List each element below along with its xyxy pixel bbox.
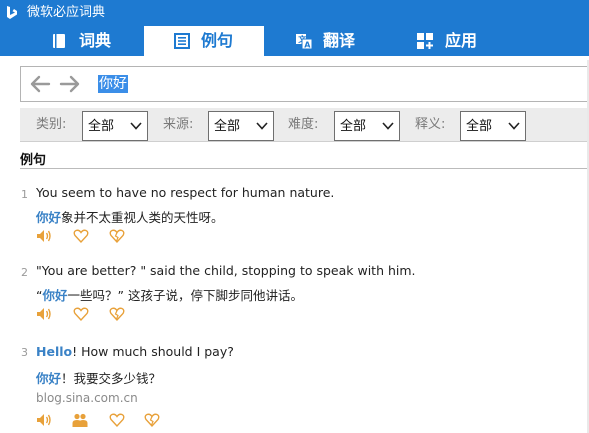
forward-arrow-icon[interactable] xyxy=(59,75,81,93)
broken-heart-icon[interactable] xyxy=(109,306,125,322)
chinese-highlight[interactable]: 你好 xyxy=(36,371,61,386)
select-value: 全部 xyxy=(88,119,115,134)
heart-icon[interactable] xyxy=(109,412,125,428)
select-value: 全部 xyxy=(214,119,241,134)
filter-label-source: 来源: xyxy=(163,117,194,132)
example-actions xyxy=(36,412,196,430)
tab-label: 应用 xyxy=(445,31,478,50)
chevron-down-icon xyxy=(508,122,520,130)
chevron-down-icon xyxy=(130,122,142,130)
tab-apps[interactable]: 应用 xyxy=(390,26,510,56)
search-bar: 你好 xyxy=(20,66,589,102)
svg-text:A: A xyxy=(304,41,311,50)
speaker-icon[interactable] xyxy=(36,228,52,244)
broken-heart-icon[interactable] xyxy=(144,412,160,428)
window-title: 微软必应词典 xyxy=(27,5,106,20)
category-select[interactable]: 全部 xyxy=(82,111,148,141)
tab-label: 翻译 xyxy=(323,31,356,50)
title-bar: 微软必应词典 xyxy=(0,0,589,26)
speaker-icon[interactable] xyxy=(36,306,52,322)
filter-label-difficulty: 难度: xyxy=(288,117,319,132)
example-number: 3 xyxy=(21,346,28,359)
example-number: 2 xyxy=(21,266,28,279)
chinese-highlight[interactable]: 你好 xyxy=(42,288,67,303)
filter-label-category: 类别: xyxy=(36,117,67,132)
example-source[interactable]: blog.sina.com.cn xyxy=(36,391,138,405)
meaning-select[interactable]: 全部 xyxy=(460,111,526,141)
example-english: Hello! How much should I pay? xyxy=(36,344,234,359)
broken-heart-icon[interactable] xyxy=(109,228,125,244)
english-text: "You are better? " said the child, stopp… xyxy=(36,263,416,278)
example-chinese: “你好一些吗？” 这孩子说，停下脚步同他讲话。 xyxy=(36,285,303,304)
chinese-text: 象并不太重视人类的天性呀。 xyxy=(61,210,224,225)
difficulty-select[interactable]: 全部 xyxy=(334,111,400,141)
example-actions xyxy=(36,306,196,324)
list-icon xyxy=(174,33,190,49)
example-english: You seem to have no respect for human na… xyxy=(36,185,334,200)
chinese-text: 一些吗？” 这孩子说，停下脚步同他讲话。 xyxy=(67,288,303,303)
heart-icon[interactable] xyxy=(73,228,89,244)
back-arrow-icon[interactable] xyxy=(29,75,51,93)
app-logo-icon xyxy=(7,6,17,19)
select-value: 全部 xyxy=(466,119,493,134)
chinese-highlight[interactable]: 你好 xyxy=(36,210,61,225)
example-actions xyxy=(36,228,196,246)
section-title: 例句 xyxy=(20,153,47,168)
chevron-down-icon xyxy=(256,122,268,130)
english-highlight[interactable]: Hello xyxy=(36,344,72,359)
filter-label-meaning: 释义: xyxy=(415,117,446,132)
apps-icon xyxy=(417,33,433,49)
book-icon xyxy=(53,34,65,48)
example-chinese: 你好象并不太重视人类的天性呀。 xyxy=(36,207,224,226)
users-icon[interactable] xyxy=(72,412,88,428)
chevron-down-icon xyxy=(382,122,394,130)
example-english: "You are better? " said the child, stopp… xyxy=(36,263,416,278)
search-input[interactable]: 你好 xyxy=(98,75,128,93)
english-text: ! How much should I pay? xyxy=(72,344,234,359)
english-text: You seem to have no respect for human na… xyxy=(36,185,335,200)
source-select[interactable]: 全部 xyxy=(208,111,274,141)
translate-icon: 文 A xyxy=(296,34,312,50)
tab-dictionary[interactable]: 词典 xyxy=(24,26,144,56)
tab-examples[interactable]: 例句 xyxy=(144,26,264,56)
example-number: 1 xyxy=(21,188,28,201)
chinese-text: ！我要交多少钱？ xyxy=(61,371,162,386)
tab-translate[interactable]: 文 A 翻译 xyxy=(264,26,384,56)
heart-icon[interactable] xyxy=(73,306,89,322)
select-value: 全部 xyxy=(340,119,367,134)
filter-bar: 类别: 全部 来源: 全部 难度: 全部 释义: 全部 xyxy=(20,108,589,142)
example-chinese: 你好！我要交多少钱？ xyxy=(36,368,161,387)
tab-label: 词典 xyxy=(79,31,112,50)
tab-bar: 词典 例句 文 A 翻译 应用 xyxy=(0,26,589,56)
speaker-icon[interactable] xyxy=(36,412,52,428)
divider xyxy=(20,168,589,169)
tab-label: 例句 xyxy=(201,31,234,50)
